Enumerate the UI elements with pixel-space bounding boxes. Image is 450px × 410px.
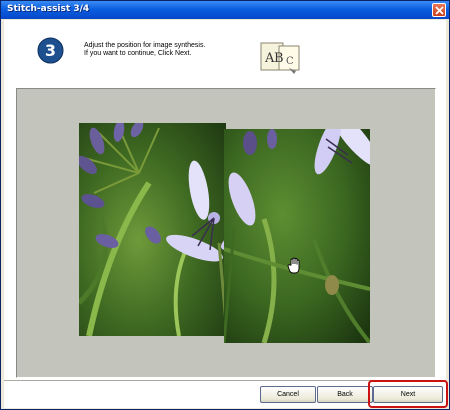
abc-text-icon: A B C: [260, 42, 300, 74]
right-image[interactable]: [224, 129, 370, 343]
svg-text:C: C: [286, 56, 294, 67]
instruction-line-2: If you want to continue, Click Next.: [84, 50, 192, 57]
hand-cursor-icon: [287, 257, 300, 274]
back-button[interactable]: Back: [317, 386, 373, 403]
dialog-content: 3 Adjust the position for image synthesi…: [4, 20, 448, 408]
svg-text:B: B: [274, 51, 284, 66]
instruction-line-1: Adjust the position for image synthesis.: [84, 42, 206, 49]
stitch-canvas[interactable]: [16, 88, 436, 378]
close-icon: [435, 6, 444, 15]
flower-photo-right: [224, 129, 370, 343]
step-number-icon: 3: [37, 37, 64, 64]
title-bar[interactable]: Stitch-assist 3/4: [1, 1, 449, 19]
stitch-assist-window: Stitch-assist 3/4 3 Adjust the position …: [0, 0, 450, 410]
close-button[interactable]: [432, 3, 446, 17]
instructions: Adjust the position for image synthesis.…: [84, 42, 205, 58]
window-title: Stitch-assist 3/4: [7, 4, 90, 14]
step-number: 3: [45, 41, 56, 60]
next-button-highlight: [368, 380, 448, 408]
left-image[interactable]: [79, 123, 226, 336]
flower-photo-left: [79, 123, 226, 336]
cancel-button[interactable]: Cancel: [260, 386, 316, 403]
